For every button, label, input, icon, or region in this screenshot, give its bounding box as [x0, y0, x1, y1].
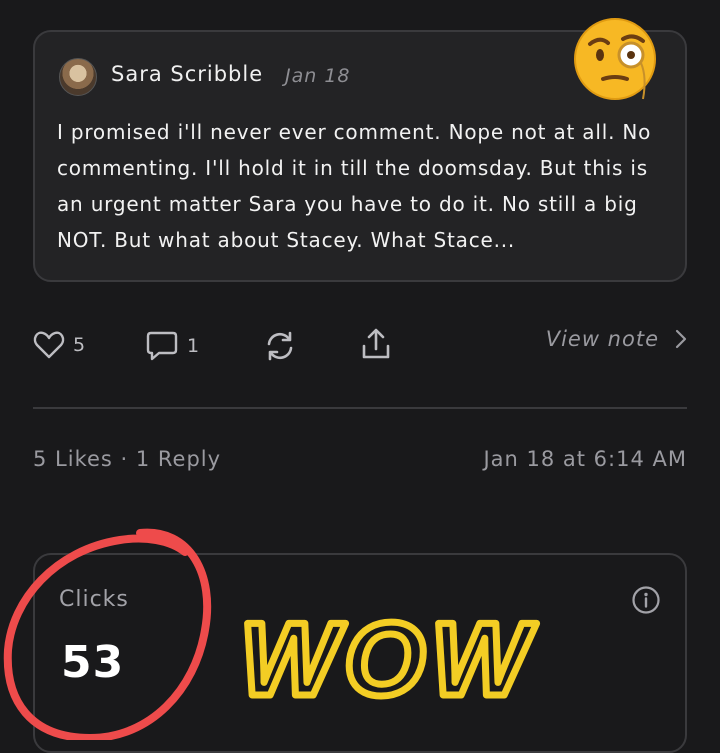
reply-count: 1: [187, 335, 200, 357]
face-with-monocle-icon: [574, 18, 656, 100]
author-avatar: [59, 58, 97, 96]
like-count: 5: [73, 334, 86, 356]
info-icon[interactable]: [631, 585, 661, 615]
clicks-label: Clicks: [59, 587, 129, 612]
reply-button[interactable]: 1: [145, 330, 199, 362]
restack-button[interactable]: [263, 330, 297, 362]
action-bar: 5 1 View note: [33, 324, 687, 368]
author-name: Sara Scribble: [111, 62, 264, 86]
chevron-right-icon: [675, 329, 687, 349]
restack-icon: [267, 331, 293, 361]
post-timestamp: Jan 18 at 6:14 AM: [483, 447, 687, 471]
divider: [33, 407, 687, 409]
engagement-summary: 5 Likes · 1 Reply: [33, 447, 222, 471]
like-button[interactable]: 5: [33, 330, 85, 360]
comment-icon: [146, 331, 178, 361]
note-body: I promised i'll never ever comment. Nope…: [57, 120, 652, 252]
clicks-value: 53: [61, 637, 125, 688]
clicks-stat-card: Clicks 53: [33, 553, 687, 753]
view-note-link[interactable]: View note: [546, 327, 687, 351]
note-date: Jan 18: [285, 65, 351, 87]
share-button[interactable]: [359, 327, 393, 361]
share-icon: [362, 328, 390, 359]
heart-icon: [33, 331, 65, 359]
view-note-label: View note: [545, 327, 659, 351]
